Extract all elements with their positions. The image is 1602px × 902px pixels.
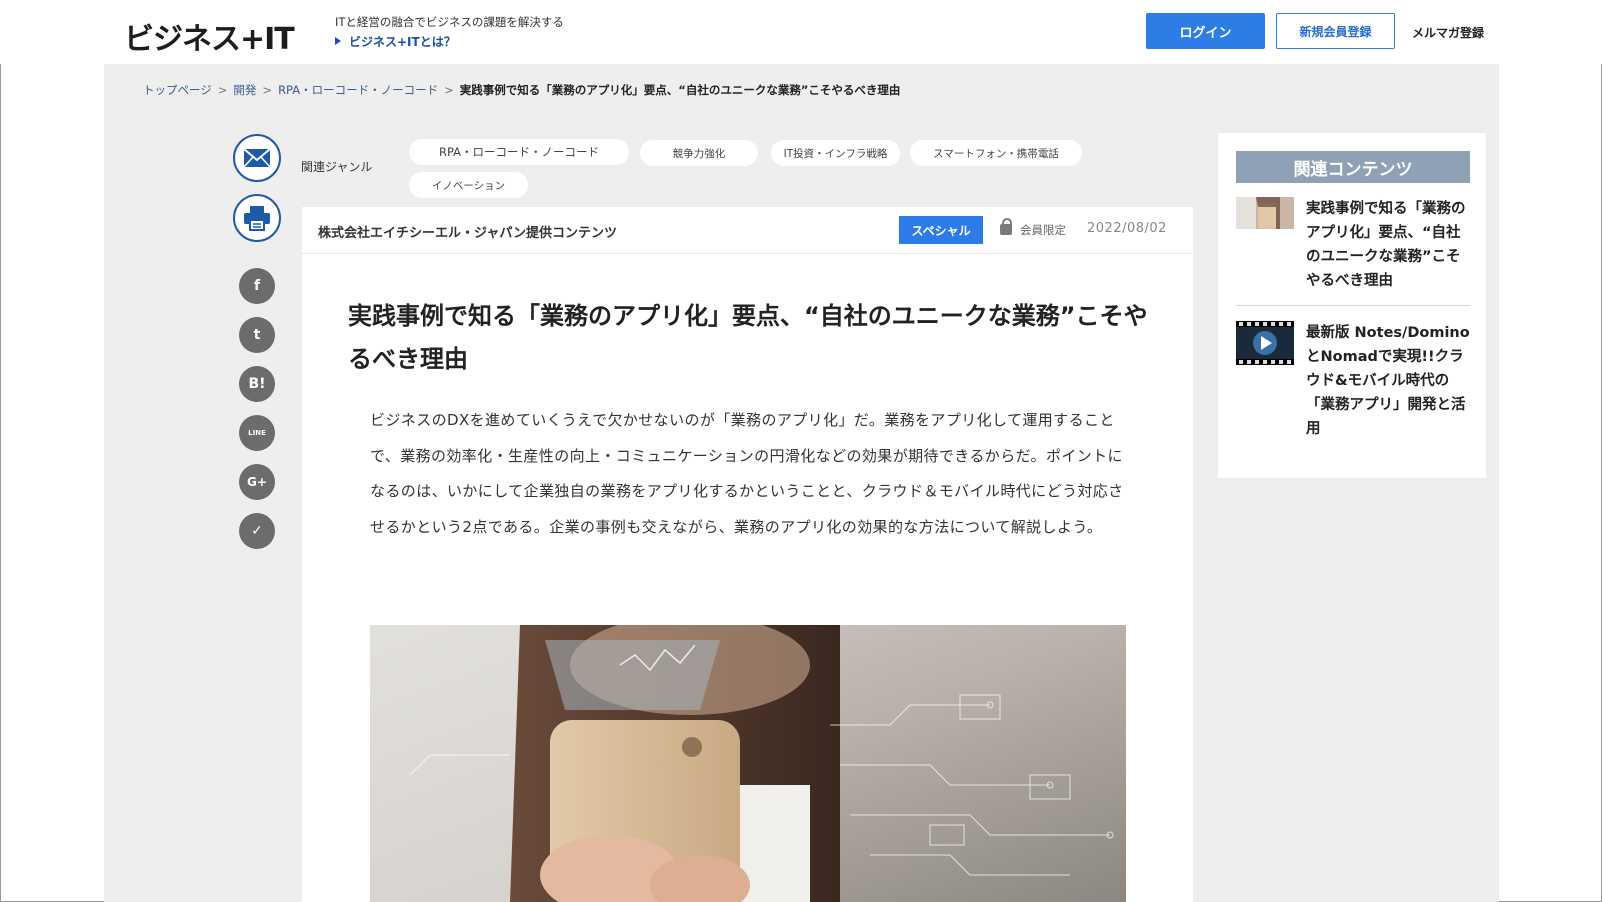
breadcrumb-rpa[interactable]: RPA・ローコード・ノーコード bbox=[278, 83, 438, 97]
article: 株式会社エイチシーエル・ジャパン提供コンテンツ スペシャル 会員限定 2022/… bbox=[302, 207, 1193, 902]
register-button[interactable]: 新規会員登録 bbox=[1276, 13, 1395, 49]
hero-illustration bbox=[370, 625, 1126, 902]
facebook-icon: f bbox=[253, 278, 261, 294]
twitter-share-button[interactable]: t bbox=[239, 317, 275, 353]
newsletter-link[interactable]: メルマガ登録 bbox=[1412, 24, 1484, 41]
special-badge: スペシャル bbox=[899, 216, 983, 244]
genre-label: 関連ジャンル bbox=[301, 160, 373, 174]
twitter-icon: t bbox=[253, 327, 261, 343]
related-divider bbox=[1236, 305, 1470, 306]
related-contents: 関連コンテンツ 実践事例で知る「業務のアプリ化」要点、“自社のユニークな業務”こ… bbox=[1218, 133, 1486, 478]
related-item-title: 最新版 Notes/DominoとNomadで実現!!クラウド&モバイル時代の「… bbox=[1306, 325, 1470, 437]
breadcrumb: トップページ > 開発 > RPA・ローコード・ノーコード > 実践事例で知る「業務のアプリ… bbox=[143, 82, 900, 98]
content-provider: 株式会社エイチシーエル・ジャパン提供コンテンツ bbox=[318, 226, 618, 241]
hatena-share-button[interactable]: B! bbox=[239, 366, 275, 402]
printer-icon bbox=[244, 206, 270, 231]
breadcrumb-current: 実践事例で知る「業務のアプリ化」要点、“自社のユニークな業務”こそやるべき理由 bbox=[459, 83, 901, 97]
breadcrumb-separator: > bbox=[217, 83, 228, 97]
genre-tag[interactable]: RPA・ローコード・ノーコード bbox=[409, 139, 629, 165]
facebook-share-button[interactable]: f bbox=[239, 268, 275, 304]
pocket-icon: ✓ bbox=[251, 523, 263, 539]
article-meta-bar: 株式会社エイチシーエル・ジャパン提供コンテンツ スペシャル 会員限定 2022/… bbox=[302, 207, 1193, 254]
related-thumbnail bbox=[1236, 197, 1294, 229]
genre-tag[interactable]: イノベーション bbox=[409, 172, 528, 198]
hero-image bbox=[370, 625, 1126, 902]
breadcrumb-dev[interactable]: 開発 bbox=[233, 83, 256, 97]
about-link-label: ビジネス+ITとは？ bbox=[349, 35, 456, 49]
about-link[interactable]: ビジネス+ITとは？ bbox=[335, 33, 456, 50]
pocket-share-button[interactable]: ✓ bbox=[239, 513, 275, 549]
related-item[interactable]: 最新版 Notes/DominoとNomadで実現!!クラウド&モバイル時代の「… bbox=[1236, 321, 1470, 441]
article-title: 実践事例で知る「業務のアプリ化」要点、“自社のユニークな業務”こそやるべき理由 bbox=[348, 302, 1148, 373]
login-button[interactable]: ログイン bbox=[1146, 13, 1265, 49]
lock-icon bbox=[1000, 218, 1012, 235]
related-item-title: 実践事例で知る「業務のアプリ化」要点、“自社のユニークな業務”こそやるべき理由 bbox=[1306, 201, 1466, 289]
publish-date: 2022/08/02 bbox=[1087, 221, 1167, 236]
line-share-button[interactable]: LINE bbox=[239, 415, 275, 451]
related-heading: 関連コンテンツ bbox=[1236, 151, 1470, 183]
line-icon: LINE bbox=[248, 429, 266, 437]
triangle-right-icon bbox=[335, 37, 341, 45]
mail-icon bbox=[243, 148, 271, 168]
genre-tag[interactable]: IT投資・インフラ戦略 bbox=[771, 140, 900, 166]
video-thumbnail bbox=[1236, 321, 1294, 365]
genre-tag[interactable]: スマートフォン・携帯電話 bbox=[910, 140, 1082, 166]
genre-tag[interactable]: 競争力強化 bbox=[640, 140, 758, 166]
breadcrumb-separator: > bbox=[444, 83, 454, 97]
site-tagline: ITと経営の融合でビジネスの課題を解決する bbox=[335, 15, 564, 29]
breadcrumb-top[interactable]: トップページ bbox=[143, 83, 212, 97]
breadcrumb-separator: > bbox=[262, 83, 273, 97]
members-only-label: 会員限定 bbox=[1000, 218, 1066, 238]
hatena-bookmark-icon: B! bbox=[248, 376, 266, 392]
mail-share-button[interactable] bbox=[233, 134, 281, 182]
google-plus-share-button[interactable]: G+ bbox=[239, 464, 275, 500]
article-lead: ビジネスのDXを進めていくうえで欠かせないのが「業務のアプリ化」だ。業務をアプリ… bbox=[370, 411, 1124, 536]
site-header: ビジネス+IT ITと経営の融合でビジネスの課題を解決する ビジネス+ITとは？… bbox=[0, 0, 1602, 64]
site-logo[interactable]: ビジネス+IT bbox=[124, 14, 295, 58]
print-button[interactable] bbox=[233, 194, 281, 242]
related-item[interactable]: 実践事例で知る「業務のアプリ化」要点、“自社のユニークな業務”こそやるべき理由 bbox=[1236, 197, 1470, 297]
google-plus-icon: G+ bbox=[247, 475, 267, 489]
members-only-text: 会員限定 bbox=[1020, 223, 1066, 237]
